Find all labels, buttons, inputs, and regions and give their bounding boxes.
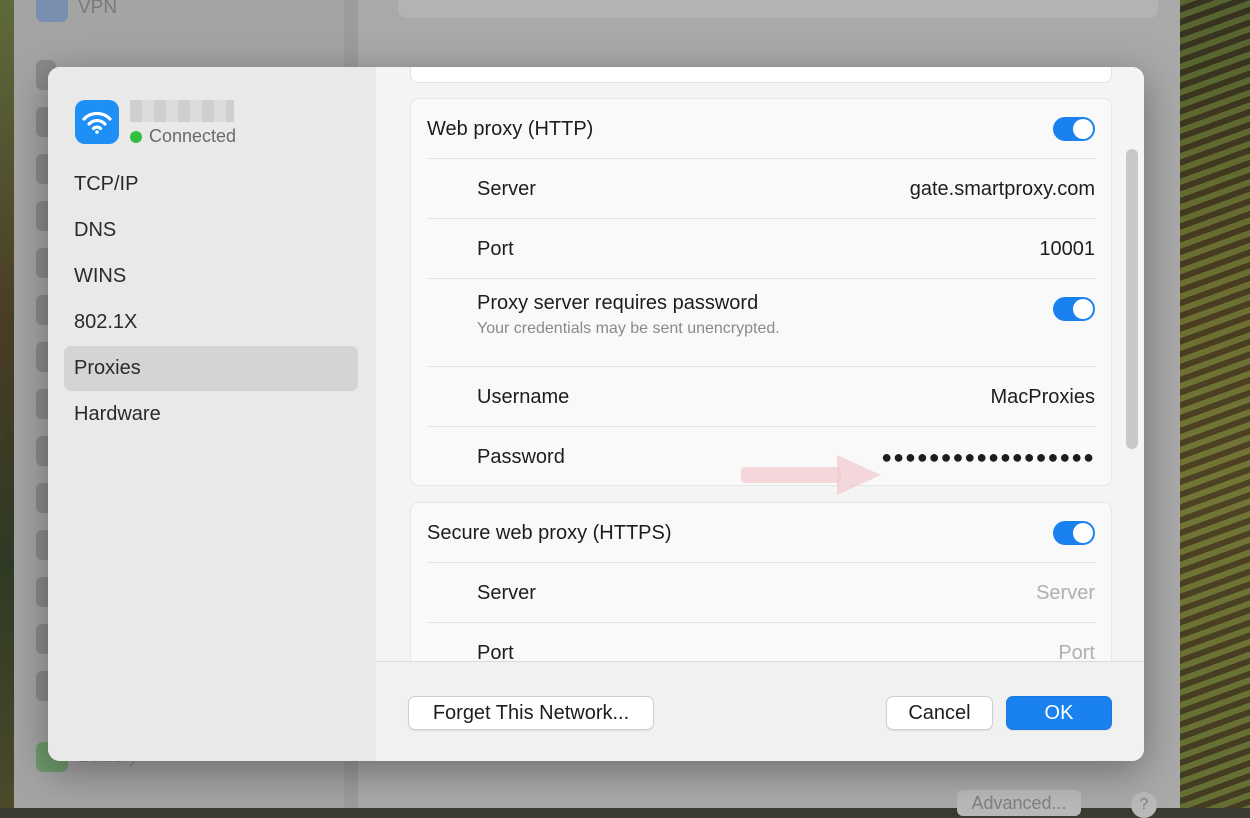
dialog-sidebar-list: TCP/IP DNS WINS 802.1X Proxies Hardware — [64, 162, 358, 438]
annotation-arrow-icon — [741, 455, 881, 495]
desktop-wallpaper-right — [1180, 0, 1250, 808]
scrollbar-thumb[interactable] — [1126, 149, 1138, 449]
sidebar-item-proxies[interactable]: Proxies — [64, 346, 358, 391]
username-field[interactable]: MacProxies — [991, 367, 1095, 427]
advanced-button: Advanced... — [957, 790, 1081, 816]
vpn-icon — [36, 0, 68, 22]
https-port-label: Port — [477, 642, 514, 661]
https-proxy-title: Secure web proxy (HTTPS) — [427, 522, 672, 544]
background-vpn-item: VPN — [36, 0, 117, 22]
password-row: Password ●●●●●●●●●●●●●●●●●● — [411, 427, 1111, 495]
http-port-label: Port — [477, 238, 514, 260]
network-status: Connected — [130, 126, 236, 147]
requires-password-label: Proxy server requires password — [477, 292, 759, 314]
help-button: ? — [1131, 792, 1157, 818]
https-proxy-toggle[interactable] — [1053, 521, 1095, 545]
password-label: Password — [477, 446, 565, 468]
desktop-wallpaper-left — [0, 0, 14, 808]
forget-network-button[interactable]: Forget This Network... — [408, 696, 654, 730]
https-port-row: Port Port — [411, 623, 1111, 661]
sidebar-item-hardware[interactable]: Hardware — [64, 392, 358, 437]
background-card — [398, 0, 1158, 18]
http-port-field[interactable]: 10001 — [1039, 219, 1095, 279]
https-proxy-row: Secure web proxy (HTTPS) — [411, 503, 1111, 563]
http-proxy-row: Web proxy (HTTP) — [411, 99, 1111, 159]
previous-card-edge — [410, 67, 1112, 83]
cancel-button[interactable]: Cancel — [886, 696, 993, 730]
https-server-label: Server — [477, 582, 536, 604]
dialog-footer: Forget This Network... Cancel OK — [376, 661, 1144, 761]
background-vpn-label: VPN — [78, 0, 118, 18]
requires-password-toggle[interactable] — [1053, 297, 1095, 321]
sidebar-item-dns[interactable]: DNS — [64, 208, 358, 253]
network-name-redacted — [130, 100, 234, 122]
sidebar-item-wins[interactable]: WINS — [64, 254, 358, 299]
http-port-row: Port 10001 — [411, 219, 1111, 279]
http-server-label: Server — [477, 178, 536, 200]
username-label: Username — [477, 386, 570, 408]
https-server-row: Server Server — [411, 563, 1111, 623]
http-proxy-card: Web proxy (HTTP) Server gate.smartproxy.… — [410, 98, 1112, 495]
requires-password-row: Proxy server requires password Your cred… — [411, 279, 1111, 367]
http-proxy-toggle[interactable] — [1053, 117, 1095, 141]
https-port-field[interactable]: Port — [1058, 623, 1095, 661]
requires-password-hint: Your credentials may be sent unencrypted… — [477, 320, 780, 337]
proxies-pane: Web proxy (HTTP) Server gate.smartproxy.… — [376, 67, 1144, 661]
network-status-label: Connected — [149, 126, 237, 146]
https-proxy-card: Secure web proxy (HTTPS) Server Server P… — [410, 502, 1112, 661]
connected-status-dot — [130, 130, 142, 143]
ok-button[interactable]: OK — [1006, 696, 1112, 730]
network-details-dialog: Connected TCP/IP DNS WINS 802.1X Proxies… — [48, 67, 1144, 761]
wifi-icon — [75, 100, 119, 144]
http-server-row: Server gate.smartproxy.com — [411, 159, 1111, 219]
http-proxy-title: Web proxy (HTTP) — [427, 118, 594, 140]
username-row: Username MacProxies — [411, 367, 1111, 427]
password-field[interactable]: ●●●●●●●●●●●●●●●●●● — [881, 427, 1095, 487]
https-server-field[interactable]: Server — [1036, 563, 1095, 623]
sidebar-item-tcpip[interactable]: TCP/IP — [64, 162, 358, 207]
http-server-field[interactable]: gate.smartproxy.com — [910, 159, 1095, 219]
dialog-sidebar: Connected TCP/IP DNS WINS 802.1X Proxies… — [48, 67, 376, 761]
sidebar-item-8021x[interactable]: 802.1X — [64, 300, 358, 345]
